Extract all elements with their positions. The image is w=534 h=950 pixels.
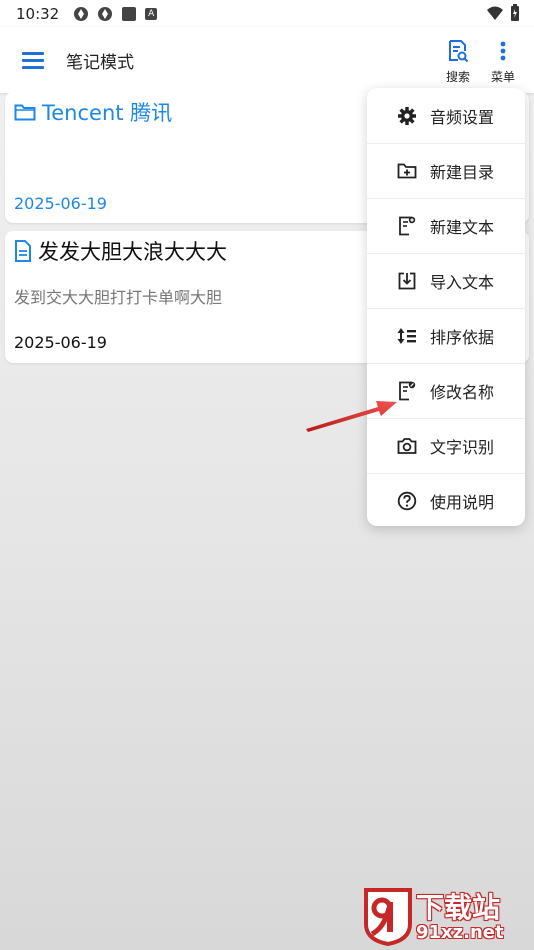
watermark-badge-icon — [364, 888, 412, 946]
app-bar: 笔记模式 搜索 菜单 — [0, 27, 534, 93]
sync-icon-2 — [98, 6, 113, 21]
menu-item-label: 音频设置 — [430, 107, 495, 127]
help-icon — [396, 490, 418, 512]
annotation-arrow-icon — [306, 401, 397, 432]
overflow-popup-menu: 音频设置 新建目录 新建文本 导入文本 排序依据 修改名称 文字识别 使用说明 — [367, 88, 525, 526]
folder-title: Tencent 腾讯 — [42, 101, 173, 125]
hamburger-icon — [22, 52, 44, 69]
search-note-icon — [449, 40, 469, 63]
square-app-icon — [122, 6, 137, 21]
menu-item-label: 新建文本 — [430, 217, 495, 237]
sort-icon — [396, 325, 418, 347]
menu-item-label: 新建目录 — [430, 162, 495, 182]
menu-item-label: 导入文本 — [430, 272, 495, 292]
camera-icon — [396, 435, 418, 457]
folder-title-row: Tencent 腾讯 — [14, 97, 172, 127]
watermark-logo: 下载站 91xz.net — [358, 882, 530, 948]
folder-icon — [14, 104, 36, 121]
letter-badge-icon: A — [145, 7, 158, 20]
wifi-icon — [487, 6, 503, 20]
page-title: 笔记模式 — [66, 53, 134, 73]
note-title-row: 发发大胆大浪大大大 — [14, 236, 227, 266]
more-vert-icon — [500, 41, 506, 61]
status-notification-icons: A — [73, 6, 158, 22]
watermark-text-top: 下载站 — [416, 891, 501, 924]
status-bar: 10:32 A — [0, 0, 534, 27]
sync-icon — [74, 6, 89, 21]
note-date: 2025-06-19 — [14, 333, 107, 352]
menu-item-label: 文字识别 — [430, 437, 495, 457]
status-system-icons — [486, 4, 520, 22]
menu-item-sort-by[interactable]: 排序依据 — [367, 308, 525, 363]
watermark-text-bottom: 91xz.net — [416, 922, 504, 943]
menu-item-help[interactable]: 使用说明 — [367, 473, 525, 528]
menu-item-new-folder[interactable]: 新建目录 — [367, 143, 525, 198]
status-time: 10:32 — [16, 4, 60, 23]
document-icon — [15, 240, 31, 262]
menu-item-label: 修改名称 — [430, 382, 495, 402]
note-preview: 发到交大大胆打打卡单啊大胆 — [14, 288, 223, 307]
folder-plus-icon — [396, 160, 418, 182]
search-button[interactable]: 搜索 — [438, 39, 478, 85]
hamburger-menu-button[interactable] — [22, 50, 44, 70]
import-icon — [396, 270, 418, 292]
menu-label: 菜单 — [490, 70, 515, 84]
note-title: 发发大胆大浪大大大 — [38, 240, 227, 264]
battery-icon — [511, 4, 519, 21]
overflow-menu-button[interactable]: 菜单 — [483, 39, 523, 85]
note-add-icon — [396, 215, 418, 237]
menu-item-new-text[interactable]: 新建文本 — [367, 198, 525, 253]
gear-icon — [396, 105, 418, 127]
menu-item-import-text[interactable]: 导入文本 — [367, 253, 525, 308]
menu-item-label: 排序依据 — [430, 327, 495, 347]
menu-item-label: 使用说明 — [430, 492, 495, 512]
folder-date: 2025-06-19 — [14, 194, 107, 213]
search-label: 搜索 — [445, 70, 470, 84]
menu-item-audio-settings[interactable]: 音频设置 — [367, 88, 525, 143]
